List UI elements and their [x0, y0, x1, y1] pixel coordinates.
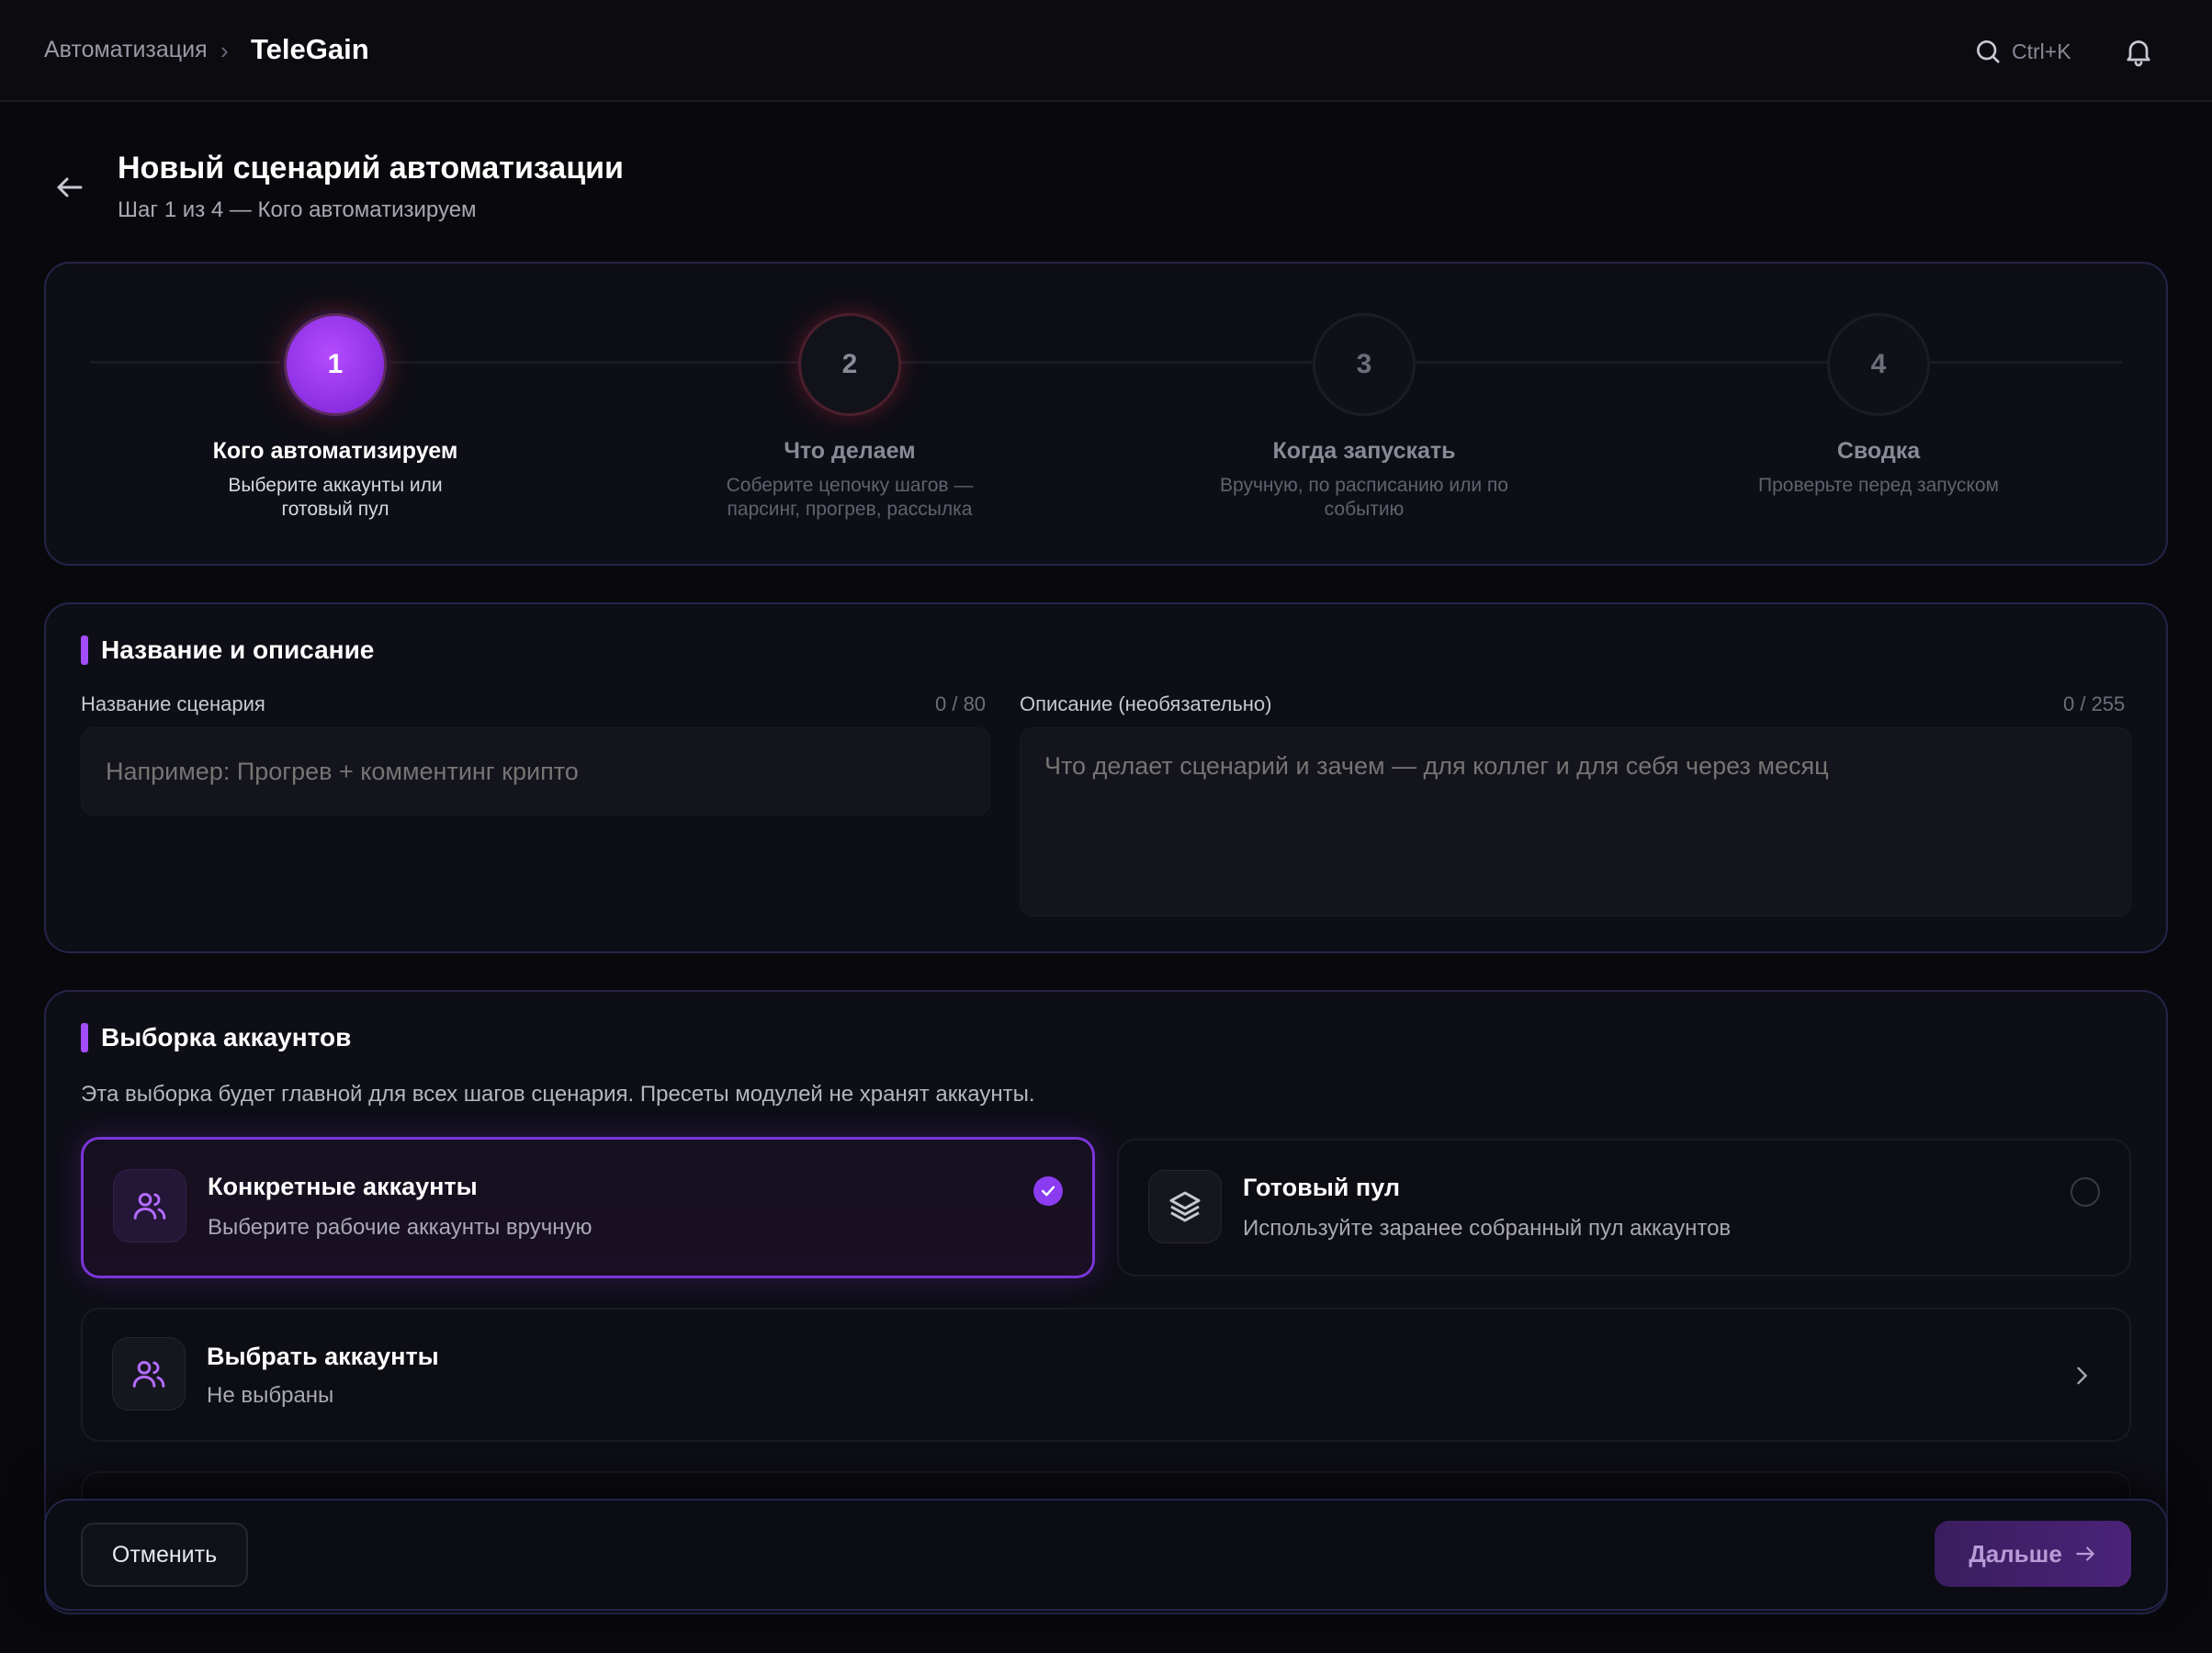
accounts-section-header: Выборка аккаунтов — [81, 1023, 351, 1052]
accounts-hint: Эта выборка будет главной для всех шагов… — [81, 1082, 1035, 1107]
search-icon — [1977, 40, 2000, 63]
step-2-circle: 2 — [798, 313, 901, 416]
select-accounts-row[interactable]: Выбрать аккаунты Не выбраны — [81, 1308, 2131, 1442]
step-3-circle: 3 — [1313, 313, 1416, 416]
next-button-label: Дальше — [1969, 1539, 2062, 1568]
stepper-card: 1 Кого автоматизируем Выберите аккаунты … — [44, 262, 2168, 566]
step-3-title: Когда запускать — [1272, 438, 1456, 464]
description-label: Описание (необязательно) — [1020, 692, 1272, 715]
step-4[interactable]: 4 Сводка Проверьте перед запуском — [1686, 313, 2071, 498]
step-1-title: Кого автоматизируем — [212, 438, 458, 464]
breadcrumb-separator: › — [220, 37, 229, 64]
breadcrumb-current: TeleGain — [251, 33, 369, 65]
check-icon — [1033, 1176, 1063, 1206]
scenario-name-counter: 0 / 80 — [935, 692, 987, 715]
select-accounts-status: Не выбраны — [207, 1383, 334, 1408]
step-4-title: Сводка — [1836, 438, 1921, 464]
arrow-right-icon — [2076, 1546, 2094, 1561]
step-3[interactable]: 3 Когда запускать Вручную, по расписанию… — [1171, 313, 1557, 522]
step-4-circle: 4 — [1827, 313, 1930, 416]
step-3-desc: Вручную, по расписанию или по событию — [1220, 475, 1508, 520]
top-bar: Автоматизация › TeleGain Ctrl+K — [0, 0, 2212, 102]
users-icon — [113, 1169, 186, 1243]
select-accounts-title: Выбрать аккаунты — [207, 1343, 439, 1370]
page-title: Новый сценарий автоматизации — [118, 151, 624, 186]
step-2-desc: Соберите цепочку шагов — парсинг, прогре… — [726, 475, 974, 520]
option-ready-pool[interactable]: Готовый пул Используйте заранее собранны… — [1117, 1139, 2131, 1276]
name-description-card: Название и описание Название сценария 0 … — [44, 602, 2168, 953]
step-1-desc: Выберите аккаунты или готовый пул — [228, 475, 443, 520]
page-subtitle: Шаг 1 из 4 — Кого автоматизируем — [118, 197, 477, 222]
step-2[interactable]: 2 Что делаем Соберите цепочку шагов — па… — [657, 313, 1043, 522]
chevron-right-icon — [2077, 1366, 2088, 1385]
breadcrumb-automation[interactable]: Автоматизация — [44, 37, 208, 63]
back-arrow-icon[interactable] — [53, 171, 86, 204]
accounts-section-title: Выборка аккаунтов — [101, 1023, 352, 1051]
footer-bar: Отменить Дальше — [44, 1499, 2168, 1611]
name-section-title: Название и описание — [101, 635, 375, 664]
cancel-button[interactable]: Отменить — [81, 1523, 248, 1587]
option-specific-title: Конкретные аккаунты — [208, 1173, 478, 1200]
layers-icon — [1148, 1170, 1222, 1243]
next-button[interactable]: Дальше — [1935, 1521, 2131, 1587]
step-1-circle: 1 — [284, 313, 387, 416]
section-accent-bar — [81, 635, 88, 665]
description-counter: 0 / 255 — [2063, 692, 2126, 715]
name-section-header: Название и описание — [81, 635, 374, 665]
section-accent-bar — [81, 1023, 88, 1052]
users-icon — [112, 1337, 186, 1411]
search-shortcut: Ctrl+K — [2012, 39, 2071, 63]
option-specific-accounts[interactable]: Конкретные аккаунты Выберите рабочие акк… — [81, 1137, 1095, 1278]
option-specific-desc: Выберите рабочие аккаунты вручную — [208, 1215, 592, 1240]
step-2-title: Что делаем — [784, 438, 916, 464]
scenario-name-label: Название сценария — [81, 692, 265, 715]
option-pool-title: Готовый пул — [1243, 1174, 1401, 1201]
radio-unchecked-icon — [2071, 1177, 2100, 1207]
search-button[interactable]: Ctrl+K — [1973, 33, 2071, 70]
bell-icon[interactable] — [2122, 35, 2155, 68]
scenario-name-input[interactable] — [81, 727, 990, 815]
description-textarea[interactable] — [1020, 727, 2131, 916]
step-4-desc: Проверьте перед запуском — [1758, 475, 1999, 496]
option-pool-desc: Используйте заранее собранный пул аккаун… — [1243, 1216, 1732, 1241]
step-1[interactable]: 1 Кого автоматизируем Выберите аккаунты … — [142, 313, 528, 522]
